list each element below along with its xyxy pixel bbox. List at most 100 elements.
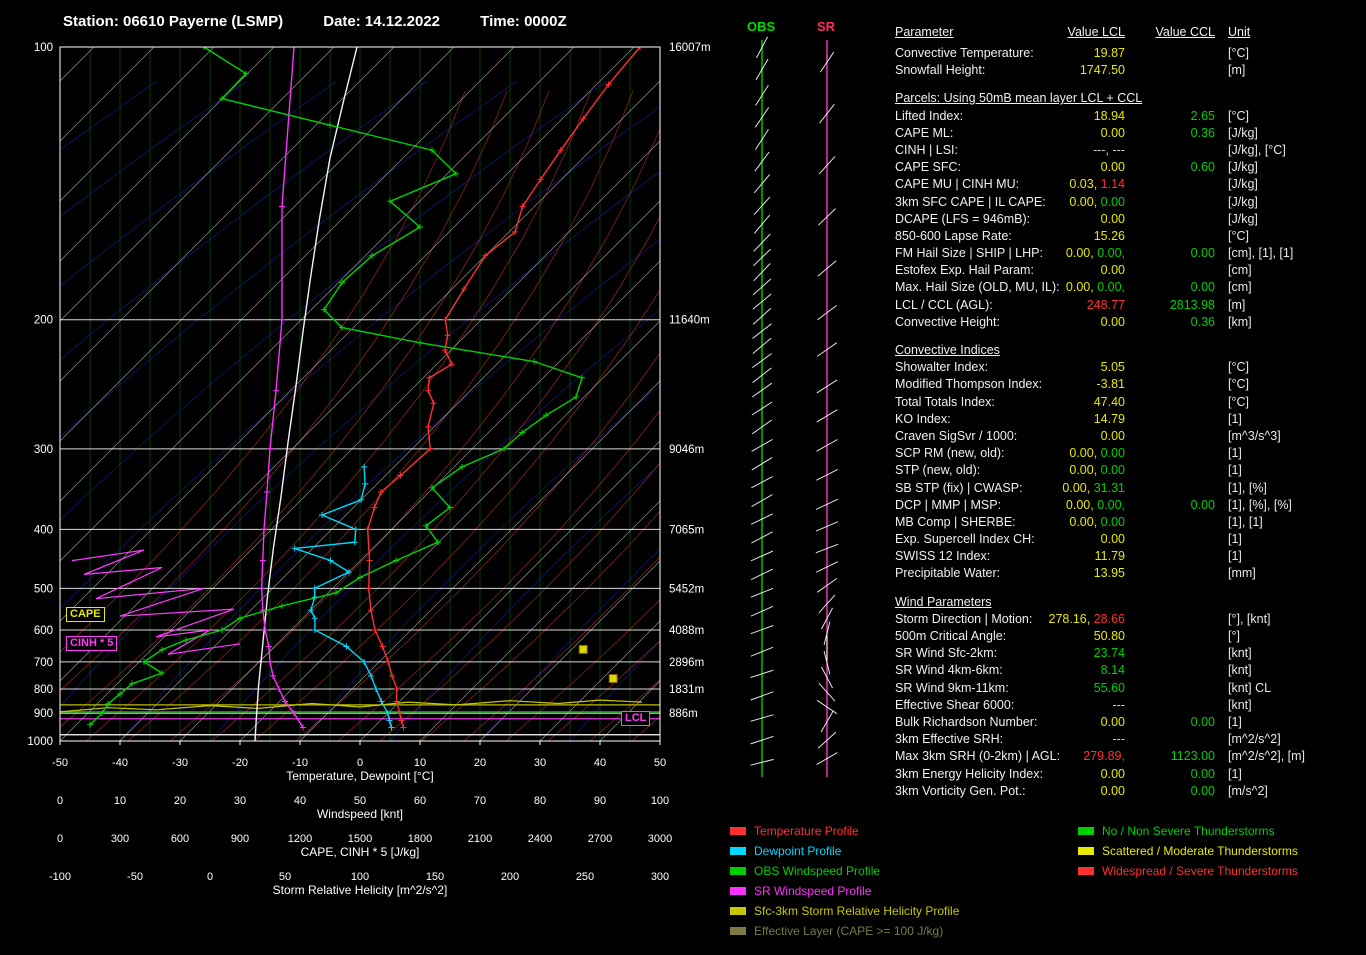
svg-text:100: 100 (351, 871, 369, 883)
unit-label: [1] (1228, 766, 1242, 781)
table-row: 3km Vorticity Gen. Pot.: 0.00 0.00 [m/s^2] (895, 783, 1365, 800)
table-row: SCP RM (new, old): 0.00, 0.00 [1] (895, 445, 1365, 462)
svg-text:300: 300 (111, 833, 129, 845)
legend-label: SR Windspeed Profile (754, 884, 872, 898)
unit-label: [km] (1228, 314, 1252, 329)
unit-label: [1] (1228, 446, 1242, 461)
value-ccl: 0.36 (1190, 125, 1215, 140)
table-row: MB Comp | SHERBE: 0.00, 0.00 [1], [1] (895, 514, 1365, 531)
svg-text:-20: -20 (232, 757, 248, 769)
unit-label: [J/kg] (1228, 177, 1258, 192)
legend-item: Temperature Profile (730, 821, 959, 841)
legend-label: Scattered / Moderate Thunderstorms (1102, 844, 1298, 858)
value-lcl: 0.03, 1.14 (1069, 177, 1125, 192)
table-row: Total Totals Index: 47.40 [°C] (895, 394, 1365, 411)
value-lcl: 0.00 (1100, 314, 1125, 329)
unit-label: [1], [%], [%] (1228, 497, 1292, 512)
table-row: Max 3km SRH (0-2km) | AGL: 279.89, 1123.00… (895, 748, 1365, 765)
svg-text:2896m: 2896m (669, 657, 704, 669)
svg-text:1000: 1000 (27, 736, 53, 748)
legend-swatch (1078, 867, 1094, 875)
svg-text:2100: 2100 (468, 833, 492, 845)
value-lcl: 50.80 (1093, 629, 1125, 643)
svg-text:886m: 886m (669, 708, 698, 720)
value-lcl: 23.74 (1093, 646, 1125, 661)
table-row: CAPE SFC: 0.00 0.60 [J/kg] (895, 159, 1365, 176)
table-row: Convective Temperature: 19.87 [°C] (895, 45, 1365, 62)
legend-item: Sfc-3km Storm Relative Helicity Profile (730, 901, 959, 921)
svg-text:0: 0 (57, 795, 63, 807)
value-lcl: --- (1112, 732, 1126, 747)
legend-label: No / Non Severe Thunderstorms (1102, 824, 1275, 838)
value-lcl: 0.00, 0.00, (1065, 246, 1125, 261)
value-ccl: 0.00 (1190, 766, 1215, 781)
svg-text:50: 50 (654, 757, 666, 769)
unit-label: [mm] (1228, 566, 1256, 581)
value-ccl: 0.00 (1190, 280, 1215, 295)
value-lcl: 15.26 (1093, 228, 1125, 243)
svg-text:0: 0 (207, 871, 213, 883)
value-lcl: ---, --- (1093, 142, 1125, 157)
unit-label: [knt] (1228, 697, 1252, 712)
svg-text:10: 10 (414, 757, 426, 769)
value-lcl: 18.94 (1093, 108, 1125, 123)
unit-label: [J/kg] (1228, 160, 1258, 175)
value-lcl: 8.14 (1100, 663, 1125, 678)
svg-text:-10: -10 (292, 757, 308, 769)
svg-text:70: 70 (474, 795, 486, 807)
svg-text:-40: -40 (112, 757, 128, 769)
legend-label: Dewpoint Profile (754, 844, 842, 858)
value-lcl: 13.95 (1093, 566, 1125, 581)
svg-text:9046m: 9046m (669, 444, 704, 456)
value-lcl: 0.00, 0.00 (1069, 514, 1125, 529)
unit-label: [cm], [1], [1] (1228, 246, 1294, 261)
legend-label: OBS Windspeed Profile (754, 864, 881, 878)
unit-label: [1] (1228, 532, 1242, 547)
svg-text:20: 20 (174, 795, 186, 807)
app-window: Station: 06610 Payerne (LSMP) Date: 14.1… (0, 0, 1366, 950)
value-lcl: 47.40 (1093, 394, 1125, 409)
unit-label: [1] (1228, 463, 1242, 478)
unit-label: [J/kg], [°C] (1228, 142, 1286, 157)
table-row: Exp. Supercell Index CH: 0.00 [1] (895, 531, 1365, 548)
svg-text:40: 40 (594, 757, 606, 769)
table-row: Convective Height: 0.00 0.36 [km] (895, 314, 1365, 331)
svg-text:300: 300 (34, 444, 53, 456)
col-value-ccl: Value CCL (1155, 25, 1215, 39)
legend-profiles: Temperature Profile Dewpoint Profile OBS W… (730, 821, 959, 941)
unit-label: [1], [1] (1228, 514, 1263, 529)
svg-text:16007m: 16007m (669, 42, 711, 54)
legend-thunderstorms: No / Non Severe Thunderstorms Scattered /… (1078, 821, 1298, 881)
unit-label: [m^2/s^2] (1228, 732, 1281, 747)
value-lcl: 0.00, 0.00 (1069, 463, 1125, 478)
svg-text:2700: 2700 (588, 833, 612, 845)
table-row: Showalter Index: 5.05 [°C] (895, 359, 1365, 376)
unit-label: [m] (1228, 63, 1246, 78)
table-row: CINH | LSI: ---, --- [J/kg], [°C] (895, 142, 1365, 159)
svg-text:900: 900 (231, 833, 249, 845)
cinh-label-box: CINH * 5 (66, 636, 118, 651)
svg-text:250: 250 (576, 871, 594, 883)
table-row: 3km Energy Helicity Index: 0.00 0.00 [1] (895, 766, 1365, 783)
value-lcl: 0.00 (1100, 125, 1125, 140)
svg-text:100: 100 (34, 42, 53, 54)
svg-text:CAPE, CINH * 5 [J/kg]: CAPE, CINH * 5 [J/kg] (301, 845, 420, 859)
value-lcl: 14.79 (1093, 411, 1125, 426)
unit-label: [J/kg] (1228, 125, 1258, 140)
table-row: 850-600 Lapse Rate: 15.26 [°C] (895, 228, 1365, 245)
svg-text:50: 50 (279, 871, 291, 883)
legend-swatch (730, 847, 746, 855)
unit-label: [°], [knt] (1228, 611, 1271, 626)
value-lcl: 0.00, 0.00, (1065, 497, 1125, 512)
legend-swatch (730, 887, 746, 895)
value-lcl: --- (1112, 697, 1126, 712)
unit-label: [cm] (1228, 263, 1252, 278)
value-lcl: 0.00, 0.00 (1069, 446, 1125, 461)
unit-label: [°C] (1228, 228, 1249, 243)
svg-text:-50: -50 (52, 757, 68, 769)
svg-text:5452m: 5452m (669, 583, 704, 595)
svg-text:30: 30 (534, 757, 546, 769)
value-lcl: -3.81 (1096, 377, 1126, 392)
svg-text:600: 600 (34, 625, 53, 637)
svg-text:4088m: 4088m (669, 625, 704, 637)
